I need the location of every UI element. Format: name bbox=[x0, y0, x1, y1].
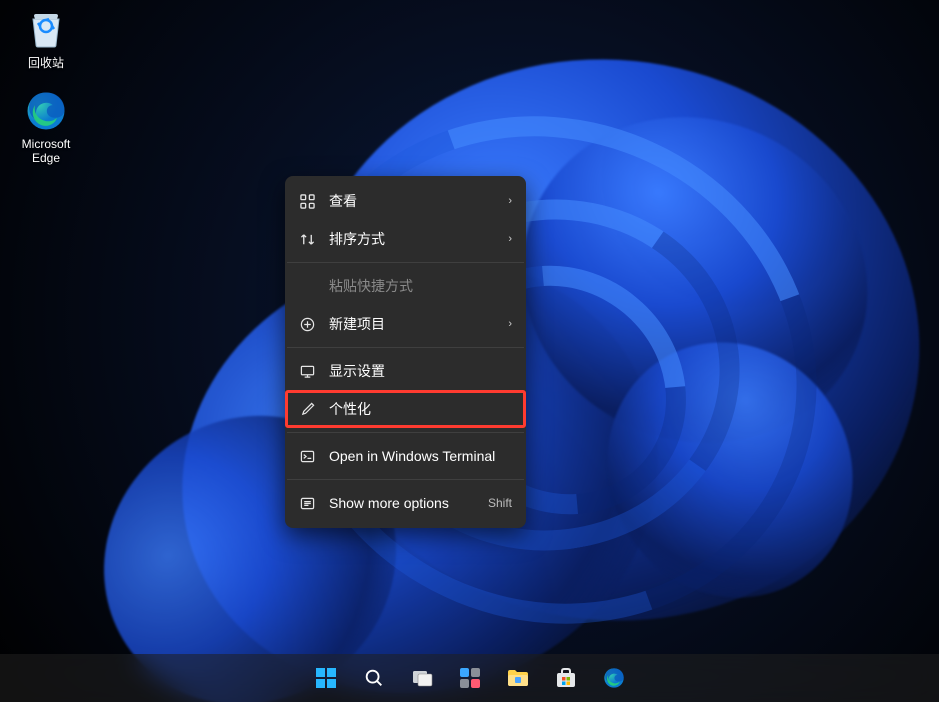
search-icon bbox=[363, 667, 385, 689]
menu-item-label: Show more options bbox=[329, 495, 449, 511]
plus-circle-icon bbox=[299, 316, 315, 332]
desktop-icons-area: 回收站 Microsoft Edge bbox=[8, 6, 84, 165]
taskbar bbox=[0, 654, 939, 702]
menu-separator bbox=[287, 262, 524, 263]
taskbar-center-items bbox=[306, 658, 634, 698]
menu-item-label: 查看 bbox=[329, 191, 357, 211]
desktop-icon-label: 回收站 bbox=[28, 54, 64, 71]
brush-icon bbox=[299, 401, 315, 417]
sort-icon bbox=[299, 231, 315, 247]
task-view-button[interactable] bbox=[402, 658, 442, 698]
menu-separator bbox=[287, 432, 524, 433]
task-view-icon bbox=[410, 666, 434, 690]
widgets-icon bbox=[458, 666, 482, 690]
menu-separator bbox=[287, 479, 524, 480]
desktop-icon-recycle-bin[interactable]: 回收站 bbox=[8, 6, 84, 71]
menu-item-personalize[interactable]: 个性化 bbox=[285, 390, 526, 428]
file-explorer-button[interactable] bbox=[498, 658, 538, 698]
blank-icon bbox=[299, 278, 315, 294]
desktop-context-menu: 查看 › 排序方式 › 粘贴快捷方式 新建项目 › bbox=[285, 176, 526, 528]
display-icon bbox=[299, 363, 315, 379]
menu-item-sort[interactable]: 排序方式 › bbox=[285, 220, 526, 258]
start-button[interactable] bbox=[306, 658, 346, 698]
menu-item-new[interactable]: 新建项目 › bbox=[285, 305, 526, 343]
menu-item-label: 个性化 bbox=[329, 399, 371, 419]
menu-item-label: 显示设置 bbox=[329, 361, 385, 381]
edge-button[interactable] bbox=[594, 658, 634, 698]
search-button[interactable] bbox=[354, 658, 394, 698]
chevron-right-icon: › bbox=[508, 233, 512, 245]
menu-item-shortcut: Shift bbox=[488, 496, 512, 510]
windows-logo-icon bbox=[314, 666, 338, 690]
desktop-icon-edge[interactable]: Microsoft Edge bbox=[8, 89, 84, 165]
edge-icon bbox=[24, 89, 68, 133]
menu-item-display-settings[interactable]: 显示设置 bbox=[285, 352, 526, 390]
menu-item-label: 新建项目 bbox=[329, 314, 385, 334]
menu-item-open-terminal[interactable]: Open in Windows Terminal bbox=[285, 437, 526, 475]
microsoft-store-button[interactable] bbox=[546, 658, 586, 698]
menu-separator bbox=[287, 347, 524, 348]
menu-item-paste-shortcut: 粘贴快捷方式 bbox=[285, 267, 526, 305]
edge-icon bbox=[603, 667, 625, 689]
chevron-right-icon: › bbox=[508, 195, 512, 207]
file-explorer-icon bbox=[506, 666, 530, 690]
more-options-icon bbox=[299, 495, 315, 511]
grid-icon bbox=[299, 193, 315, 209]
menu-item-label: 粘贴快捷方式 bbox=[329, 276, 413, 296]
menu-item-show-more-options[interactable]: Show more options Shift bbox=[285, 484, 526, 522]
store-icon bbox=[554, 666, 578, 690]
widgets-button[interactable] bbox=[450, 658, 490, 698]
chevron-right-icon: › bbox=[508, 318, 512, 330]
recycle-bin-icon bbox=[24, 6, 68, 50]
menu-item-view[interactable]: 查看 › bbox=[285, 182, 526, 220]
menu-item-label: Open in Windows Terminal bbox=[329, 448, 495, 464]
menu-item-label: 排序方式 bbox=[329, 229, 385, 249]
terminal-icon bbox=[299, 448, 315, 464]
desktop-icon-label: Microsoft Edge bbox=[22, 137, 71, 165]
